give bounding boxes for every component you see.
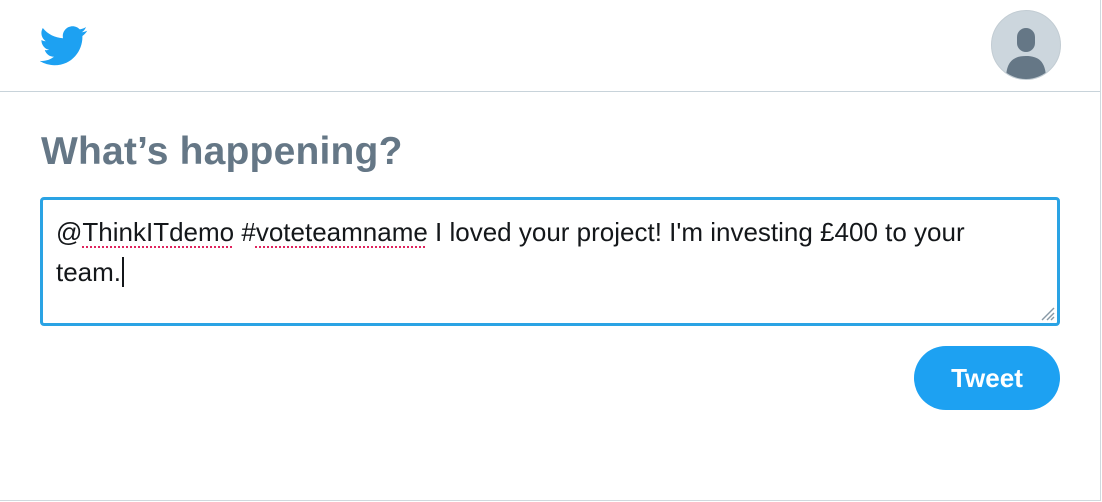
misspelled-word: ThinkITdemo <box>82 217 235 247</box>
header-bar <box>0 0 1100 92</box>
default-profile-avatar-icon <box>1006 28 1046 79</box>
resize-grip-icon[interactable] <box>1039 305 1055 321</box>
tweet-button[interactable]: Tweet <box>914 346 1060 410</box>
text-cursor <box>122 257 125 287</box>
user-avatar-button[interactable] <box>991 10 1061 80</box>
compose-heading: What’s happening? <box>41 130 403 173</box>
tweet-text: @ThinkITdemo #voteteamname I loved your … <box>56 217 965 287</box>
misspelled-word: voteteamname <box>255 217 428 247</box>
tweet-compose-window: What’s happening? @ThinkITdemo #voteteam… <box>0 0 1101 501</box>
tweet-textarea[interactable]: @ThinkITdemo #voteteamname I loved your … <box>40 197 1060 326</box>
twitter-bird-icon[interactable] <box>40 26 88 66</box>
